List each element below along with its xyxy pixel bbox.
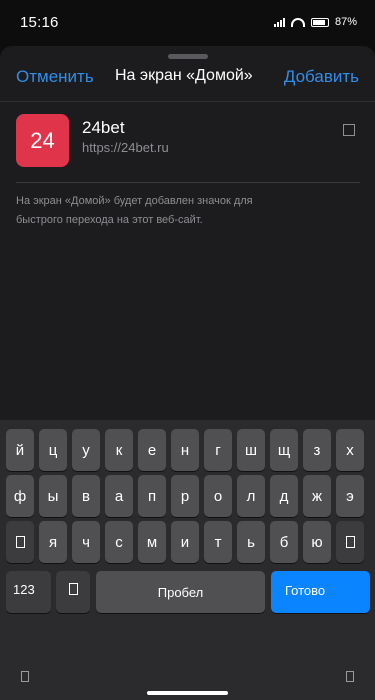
key-letter[interactable]: щ [270, 429, 298, 471]
home-indicator [147, 691, 228, 695]
emoji-icon[interactable] [21, 671, 29, 682]
site-divider [16, 182, 360, 183]
done-key[interactable]: Готово [271, 571, 370, 613]
status-indicators: 87% [273, 16, 357, 28]
key-letter[interactable]: к [105, 429, 133, 471]
hint-text: На экран «Домой» будет добавлен значок д… [16, 195, 253, 226]
numbers-key[interactable]: 123 [6, 571, 51, 613]
key-letter[interactable]: с [105, 521, 133, 563]
nav-divider [0, 101, 375, 102]
key-letter[interactable]: х [336, 429, 364, 471]
add-to-home-sheet: Отменить На экран «Домой» Добавить 24 24… [0, 46, 375, 446]
key-letter[interactable]: д [270, 475, 298, 517]
key-letter[interactable]: в [72, 475, 100, 517]
signal-icon [273, 17, 285, 27]
backspace-icon [345, 536, 355, 548]
site-icon-text: 24 [30, 127, 55, 153]
key-letter[interactable]: я [39, 521, 67, 563]
globe-icon [68, 583, 78, 595]
status-bar: 15:16 87% [0, 0, 375, 44]
add-button[interactable]: Добавить [284, 67, 359, 87]
wifi-icon [290, 17, 305, 27]
key-letter[interactable]: а [105, 475, 133, 517]
globe-key[interactable] [56, 571, 90, 613]
site-icon: 24 [16, 114, 69, 167]
backspace-key[interactable] [336, 521, 364, 563]
sheet-title: На экран «Домой» [115, 67, 253, 84]
key-letter[interactable]: н [171, 429, 199, 471]
key-letter[interactable]: о [204, 475, 232, 517]
battery-icon [310, 17, 329, 27]
key-letter[interactable]: ц [39, 429, 67, 471]
sheet-grabber[interactable] [168, 54, 208, 59]
key-letter[interactable]: п [138, 475, 166, 517]
key-letter[interactable]: м [138, 521, 166, 563]
key-letter[interactable]: р [171, 475, 199, 517]
key-letter[interactable]: б [270, 521, 298, 563]
keyboard: й ц у к е н г ш щ з х ф ы в а п р о л д … [0, 420, 375, 700]
key-letter[interactable]: т [204, 521, 232, 563]
key-letter[interactable]: ш [237, 429, 265, 471]
key-letter[interactable]: г [204, 429, 232, 471]
site-name-field[interactable]: 24bet [82, 118, 125, 138]
key-letter[interactable]: и [171, 521, 199, 563]
key-letter[interactable]: л [237, 475, 265, 517]
shift-key[interactable] [6, 521, 34, 563]
key-letter[interactable]: з [303, 429, 331, 471]
key-letter[interactable]: ч [72, 521, 100, 563]
key-letter[interactable]: э [336, 475, 364, 517]
space-key[interactable]: Пробел [96, 571, 265, 613]
key-letter[interactable]: ю [303, 521, 331, 563]
key-letter[interactable]: ь [237, 521, 265, 563]
key-letter[interactable]: й [6, 429, 34, 471]
shift-icon [15, 536, 25, 548]
key-letter[interactable]: ф [6, 475, 34, 517]
status-time: 15:16 [20, 13, 59, 31]
site-url: https://24bet.ru [82, 140, 169, 155]
sheet-nav-bar: Отменить На экран «Домой» Добавить [0, 64, 375, 90]
key-letter[interactable]: ж [303, 475, 331, 517]
clear-text-icon[interactable] [343, 124, 355, 136]
battery-percent: 87% [334, 16, 357, 28]
key-letter[interactable]: е [138, 429, 166, 471]
key-letter[interactable]: ы [39, 475, 67, 517]
key-letter[interactable]: у [72, 429, 100, 471]
cancel-button[interactable]: Отменить [16, 67, 94, 87]
dictation-icon[interactable] [346, 671, 354, 682]
